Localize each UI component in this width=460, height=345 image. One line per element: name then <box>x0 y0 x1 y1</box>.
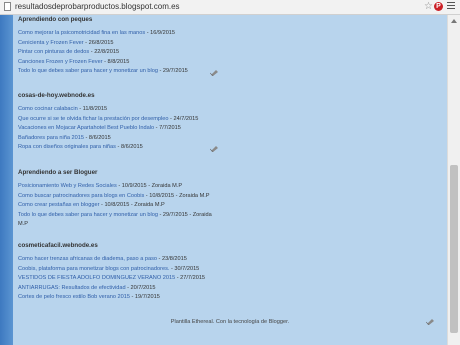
page-icon <box>4 2 11 11</box>
pinterest-icon[interactable]: P <box>434 2 443 11</box>
scrollbar-thumb[interactable] <box>450 165 458 333</box>
menu-icon[interactable] <box>447 2 455 11</box>
blog-section-cosas-de-hoy: cosas-de-hoy.webnode.es Como cocinar cal… <box>18 91 438 153</box>
section-title: cosmeticafacil.webnode.es <box>18 242 98 249</box>
blog-content: Aprendiendo con peques Como mejorar la p… <box>13 15 447 345</box>
blog-section-aprendiendo-a-ser-bloguer: Aprendiendo a ser Bloguer Posicionamient… <box>18 168 438 230</box>
list-item[interactable]: Vacaciones en Mojacar Apartahotel Best P… <box>18 124 438 134</box>
edit-icon[interactable] <box>210 68 219 76</box>
vertical-scrollbar[interactable] <box>447 15 460 345</box>
list-item[interactable]: Todo lo que debes saber para hacer y mon… <box>18 211 438 221</box>
blog-section-aprendiendo-con-peques: Aprendiendo con peques Como mejorar la p… <box>18 15 438 77</box>
star-icon[interactable]: ☆ <box>424 0 433 13</box>
list-item[interactable]: Cenicienta y Frozen Fever - 26/8/2015 <box>18 39 438 49</box>
list-item[interactable]: Como hacer trenzas africanas de diadema,… <box>18 255 438 265</box>
list-item[interactable]: ANTIARRUGAS: Resultados de efectividad -… <box>18 284 438 294</box>
list-item[interactable]: Posicionamiento Web y Redes Sociales - 1… <box>18 182 438 192</box>
edit-icon[interactable] <box>210 144 219 152</box>
section-title: Aprendiendo con peques <box>18 16 93 23</box>
browser-toolbar: resultadosdeprobarproductos.blogspot.com… <box>0 0 460 15</box>
section-title: cosas-de-hoy.webnode.es <box>18 92 95 99</box>
list-item[interactable]: Pintar con pinturas de dedos - 22/8/2015 <box>18 48 438 58</box>
list-item[interactable]: Coobis, plataforma para monetizar blogs … <box>18 265 438 275</box>
list-item[interactable]: Como buscar patrocinadores para blogs en… <box>18 192 438 202</box>
list-item[interactable]: Como mejorar la psicomotricidad fina en … <box>18 29 438 39</box>
footer-attribution: Plantilla Ethereal. Con la tecnología de… <box>170 319 290 325</box>
left-decoration-bar <box>0 15 13 345</box>
list-item[interactable]: Ropa con diseños originales para niñas -… <box>18 143 438 153</box>
list-item[interactable]: Cortes de pelo fresco estilo Bob verano … <box>18 293 438 303</box>
list-item[interactable]: Como crear pestañas en blogger - 10/8/20… <box>18 201 438 211</box>
section-title: Aprendiendo a ser Bloguer <box>18 169 98 176</box>
list-item[interactable]: Como cocinar calabacin - 11/8/2015 <box>18 105 438 115</box>
list-item: M.P <box>18 221 28 227</box>
address-bar[interactable]: resultadosdeprobarproductos.blogspot.com… <box>15 1 180 13</box>
blog-section-cosmeticafacil: cosmeticafacil.webnode.es Como hacer tre… <box>18 241 438 303</box>
list-item[interactable]: Bañadores para niña 2015 - 8/6/2015 <box>18 134 438 144</box>
list-item[interactable]: Canciones Frozen y Frozen Fever - 8/8/20… <box>18 58 438 68</box>
list-item[interactable]: VESTIDOS DE FIESTA ADOLFO DOMINGUEZ VERA… <box>18 274 438 284</box>
list-item[interactable]: Todo lo que debes saber para hacer y mon… <box>18 67 438 77</box>
scroll-up-arrow-icon[interactable] <box>451 19 457 23</box>
edit-icon[interactable] <box>426 317 435 325</box>
list-item[interactable]: Que ocurre si se te olvida fichar la pre… <box>18 115 438 125</box>
